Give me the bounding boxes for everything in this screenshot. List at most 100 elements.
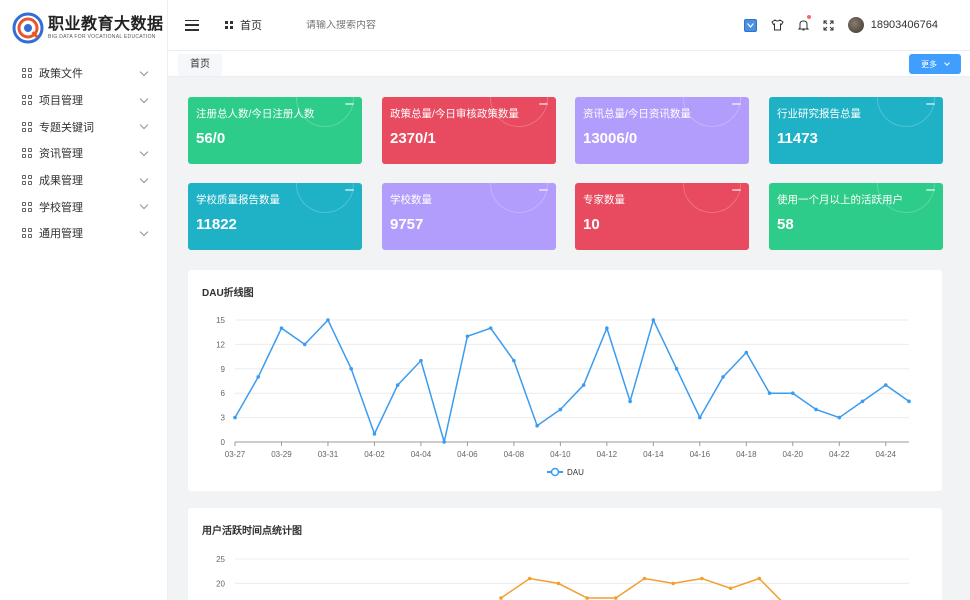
dau-data-point[interactable]	[814, 407, 818, 412]
stat-card-title: 行业研究报告总量	[777, 108, 861, 120]
dau-data-point[interactable]	[721, 375, 725, 379]
home-grid-icon	[225, 21, 233, 29]
username[interactable]: 18903406764	[871, 19, 938, 31]
stat-card[interactable]: 学校质量报告数量 11822	[188, 183, 362, 250]
dau-data-point[interactable]	[860, 399, 865, 404]
stat-card-title: 学校数量	[390, 194, 432, 206]
more-button[interactable]: 更多	[909, 54, 961, 74]
dau-data-point[interactable]	[465, 334, 470, 339]
shirt-theme-icon[interactable]	[771, 19, 784, 31]
y-tick-label: 3	[221, 414, 226, 423]
breadcrumb[interactable]: 首页	[225, 17, 262, 33]
dau-data-point[interactable]	[535, 423, 539, 428]
activity-series-line	[500, 577, 782, 600]
grid-icon	[22, 121, 32, 132]
dau-data-point[interactable]	[302, 342, 307, 347]
dau-data-point[interactable]	[233, 415, 237, 420]
activity-data-point[interactable]	[614, 596, 618, 600]
sidebar-item-school-management[interactable]: 学校管理	[0, 193, 167, 220]
dau-data-point[interactable]	[581, 383, 586, 387]
tabs-bar: 首页 更多	[168, 50, 970, 77]
dau-data-point[interactable]	[326, 318, 330, 322]
stat-card[interactable]: 使用一个月以上的活跃用户 58	[769, 183, 943, 250]
x-tick-label: 04-04	[411, 450, 432, 459]
menu-toggle-icon[interactable]	[185, 19, 199, 31]
bell-icon[interactable]	[797, 15, 811, 31]
activity-data-point[interactable]	[671, 581, 675, 586]
stat-card[interactable]: 政策总量/今日审核政策数量 2370/1	[382, 97, 556, 164]
sidebar-item-project-management[interactable]: 项目管理	[0, 87, 167, 114]
dau-data-point[interactable]	[442, 440, 446, 444]
logo[interactable]: 职业教育大数据 BIG DATA FOR VOCATIONAL EDUCATIO…	[0, 0, 167, 56]
stat-card-title: 使用一个月以上的活跃用户	[777, 194, 903, 206]
card-minus-icon	[732, 103, 741, 105]
search-input[interactable]	[306, 19, 506, 31]
x-tick-label: 04-20	[783, 450, 804, 459]
card-minus-icon	[345, 189, 354, 191]
dau-data-point[interactable]	[372, 432, 377, 436]
dau-data-point[interactable]	[279, 326, 284, 330]
dau-data-point[interactable]	[651, 318, 656, 322]
activity-data-point[interactable]	[728, 586, 733, 591]
activity-data-point[interactable]	[700, 576, 704, 581]
dau-data-point[interactable]	[744, 350, 749, 355]
legend-marker-icon	[550, 467, 560, 477]
x-tick-label: 04-22	[829, 450, 850, 459]
y-tick-label: 12	[216, 340, 225, 349]
activity-data-point[interactable]	[527, 576, 532, 581]
fullscreen-icon[interactable]	[823, 20, 834, 31]
x-tick-label: 04-02	[364, 450, 385, 459]
dau-data-point[interactable]	[395, 383, 400, 387]
stat-card[interactable]: 资讯总量/今日资讯数量 13006/0	[575, 97, 749, 164]
tab-home[interactable]: 首页	[178, 54, 222, 76]
dau-data-point[interactable]	[837, 415, 842, 420]
size-select-icon[interactable]	[743, 18, 757, 32]
card-minus-icon	[926, 189, 935, 191]
stat-card[interactable]: 行业研究报告总量 11473	[769, 97, 943, 164]
stat-card-title: 学校质量报告数量	[196, 194, 280, 206]
activity-data-point[interactable]	[757, 576, 762, 581]
dau-data-point[interactable]	[674, 367, 679, 371]
x-tick-label: 04-14	[643, 450, 664, 459]
activity-data-point[interactable]	[499, 596, 503, 600]
legend-label[interactable]: DAU	[567, 468, 584, 477]
dau-data-point[interactable]	[628, 399, 632, 404]
dau-data-point[interactable]	[558, 407, 563, 412]
stat-card[interactable]: 注册总人数/今日注册人数 56/0	[188, 97, 362, 164]
chevron-down-icon	[139, 227, 149, 237]
x-tick-label: 04-08	[504, 450, 525, 459]
card-minus-icon	[539, 189, 548, 191]
activity-line-chart: 2025	[216, 555, 909, 600]
grid-icon	[22, 68, 32, 79]
stat-card-value: 58	[777, 216, 794, 233]
sidebar-item-general-management[interactable]: 通用管理	[0, 220, 167, 247]
dau-data-point[interactable]	[256, 375, 261, 379]
dau-data-point[interactable]	[883, 383, 888, 387]
dau-data-point[interactable]	[512, 358, 516, 363]
sidebar-item-news-management[interactable]: 资讯管理	[0, 140, 167, 167]
stat-card[interactable]: 专家数量 10	[575, 183, 749, 250]
stat-card[interactable]: 学校数量 9757	[382, 183, 556, 250]
sidebar-item-achievement-management[interactable]: 成果管理	[0, 167, 167, 194]
y-tick-label: 0	[221, 438, 226, 447]
dau-data-point[interactable]	[790, 391, 795, 395]
dau-data-point[interactable]	[349, 367, 354, 371]
sidebar-item-policy-documents[interactable]: 政策文件	[0, 60, 167, 87]
activity-data-point[interactable]	[642, 576, 647, 581]
dau-data-point[interactable]	[605, 326, 609, 330]
dau-data-point[interactable]	[698, 415, 702, 420]
dau-data-point[interactable]	[488, 326, 493, 330]
activity-data-point[interactable]	[556, 581, 561, 586]
card-decoration	[877, 97, 935, 127]
activity-data-point[interactable]	[585, 596, 589, 600]
avatar[interactable]	[847, 17, 864, 33]
dau-data-point[interactable]	[767, 391, 772, 395]
card-decoration	[683, 97, 741, 127]
sidebar-item-topic-keywords[interactable]: 专题关键词	[0, 113, 167, 140]
x-tick-label: 04-12	[597, 450, 618, 459]
stat-card-value: 56/0	[196, 130, 226, 147]
sidebar-item-label: 专题关键词	[39, 121, 94, 134]
dau-data-point[interactable]	[907, 399, 911, 404]
dau-data-point[interactable]	[419, 358, 423, 363]
sidebar-item-label: 资讯管理	[39, 148, 83, 161]
